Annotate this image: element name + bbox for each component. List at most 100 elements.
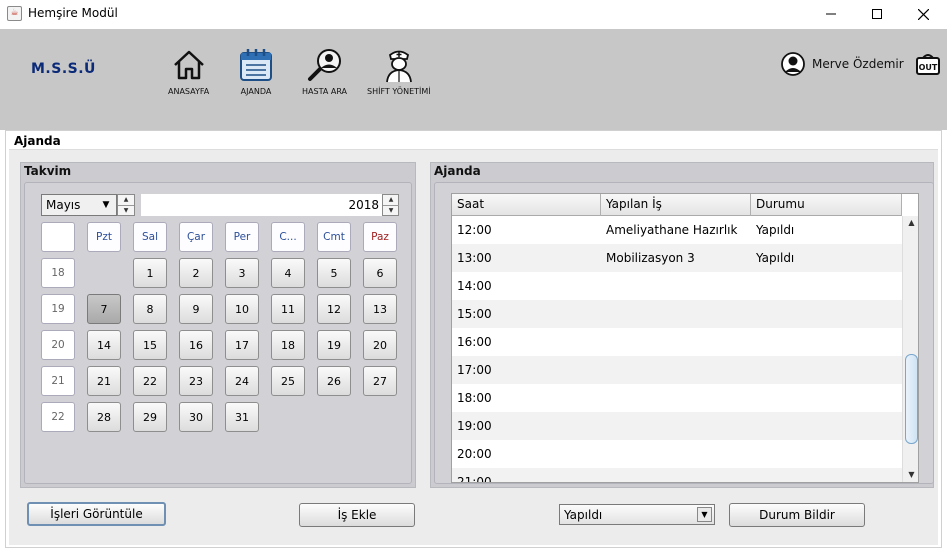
weekday-header: Cmt — [317, 222, 351, 252]
calendar-day[interactable]: 11 — [271, 294, 305, 324]
window-title: Hemşire Modül — [28, 6, 118, 20]
calendar-day[interactable]: 14 — [87, 330, 121, 360]
logout-button[interactable]: OUT — [915, 52, 941, 79]
calendar-day[interactable]: 3 — [225, 258, 259, 288]
scrollbar-thumb[interactable] — [905, 354, 918, 444]
table-row[interactable]: 16:00 — [452, 328, 902, 356]
status-select[interactable]: Yapıldı ▼ — [559, 504, 715, 525]
year-value: 2018 — [348, 198, 379, 212]
minimize-icon — [826, 13, 836, 15]
nav-home-label: ANASAYFA — [168, 87, 210, 96]
calendar-day[interactable]: 30 — [179, 402, 213, 432]
calendar-day[interactable]: 15 — [133, 330, 167, 360]
calendar-day[interactable]: 13 — [363, 294, 397, 324]
calendar-day[interactable]: 23 — [179, 366, 213, 396]
nav-patient-search-label: HASTA ARA — [302, 87, 348, 96]
calendar-day[interactable]: 25 — [271, 366, 305, 396]
close-button[interactable] — [900, 0, 946, 28]
calendar-day[interactable]: 20 — [363, 330, 397, 360]
scroll-up-icon[interactable]: ▲ — [903, 216, 918, 230]
calendar-day[interactable]: 12 — [317, 294, 351, 324]
nav-patient-search[interactable]: HASTA ARA — [302, 47, 347, 96]
minimize-button[interactable] — [808, 0, 854, 28]
calendar-day[interactable]: 21 — [87, 366, 121, 396]
spin-down-icon[interactable]: ▼ — [383, 205, 399, 215]
calendar-day[interactable]: 27 — [363, 366, 397, 396]
home-icon — [173, 50, 204, 80]
calendar-day[interactable]: 8 — [133, 294, 167, 324]
time-cell: 13:00 — [457, 251, 492, 265]
nav-agenda[interactable]: AJANDA — [238, 47, 274, 96]
brand-logo: M.S.S.Ü — [31, 61, 96, 77]
add-task-button[interactable]: İş Ekle — [299, 503, 415, 527]
calendar-day[interactable]: 5 — [317, 258, 351, 288]
user-avatar-icon — [781, 52, 805, 76]
nav-home[interactable]: ANASAYFA — [168, 47, 209, 96]
view-tasks-button[interactable]: İşleri Görüntüle — [27, 502, 166, 526]
calendar-group-title: Takvim — [24, 164, 72, 178]
task-cell — [601, 272, 751, 300]
table-row[interactable]: 20:00 — [452, 440, 902, 468]
calendar-day[interactable]: 16 — [179, 330, 213, 360]
logout-icon: OUT — [916, 54, 940, 75]
agenda-group-title: Ajanda — [434, 164, 481, 178]
calendar-day[interactable]: 9 — [179, 294, 213, 324]
agenda-body: Saat Yapılan İş Durumu 12:00 Ameliyathane… — [434, 182, 934, 484]
time-cell: 21:00 — [457, 475, 492, 483]
task-cell — [601, 468, 751, 482]
spin-up-icon[interactable]: ▲ — [118, 195, 134, 205]
calendar-day[interactable]: 17 — [225, 330, 259, 360]
month-select[interactable]: Mayıs ▼ — [41, 194, 117, 216]
month-spinner[interactable]: ▲ ▼ — [117, 194, 135, 216]
calendar-group: Takvim Mayıs ▼ ▲ ▼ 2018 ▲ ▼ Pzt Sal Çar Per… — [20, 162, 416, 488]
calendar-day[interactable]: 1 — [133, 258, 167, 288]
calendar-day[interactable]: 22 — [133, 366, 167, 396]
main-panel-content: Takvim Mayıs ▼ ▲ ▼ 2018 ▲ ▼ Pzt Sal Çar Per… — [9, 149, 938, 545]
nav-shift-management-label: SHİFT YÖNETİMİ — [367, 87, 431, 96]
table-row[interactable]: 19:00 — [452, 412, 902, 440]
logout-icon-text: OUT — [919, 63, 938, 72]
year-spinner[interactable]: ▲ ▼ — [382, 194, 399, 216]
user-area[interactable]: Merve Özdemir — [781, 52, 904, 76]
calendar-day[interactable]: 4 — [271, 258, 305, 288]
calendar-day[interactable]: 24 — [225, 366, 259, 396]
status-cell — [751, 468, 902, 482]
table-row[interactable]: 13:00 Mobilizasyon 3 Yapıldı — [452, 244, 902, 272]
table-row[interactable]: 14:00 — [452, 272, 902, 300]
table-row[interactable]: 15:00 — [452, 300, 902, 328]
task-cell — [601, 384, 751, 412]
calendar-day[interactable]: 19 — [317, 330, 351, 360]
spin-down-icon[interactable]: ▼ — [118, 205, 134, 215]
table-row[interactable]: 12:00 Ameliyathane Hazırlık Yapıldı — [452, 216, 902, 244]
column-header-status[interactable]: Durumu — [751, 194, 902, 216]
main-panel-title: Ajanda — [14, 134, 61, 148]
calendar-day[interactable]: 18 — [271, 330, 305, 360]
calendar-day[interactable]: 28 — [87, 402, 121, 432]
report-status-button[interactable]: Durum Bildir — [729, 503, 865, 527]
calendar-day[interactable]: 10 — [225, 294, 259, 324]
time-cell: 15:00 — [457, 307, 492, 321]
calendar-day-selected[interactable]: 7 — [87, 294, 121, 324]
calendar-day[interactable]: 29 — [133, 402, 167, 432]
calendar-day[interactable]: 26 — [317, 366, 351, 396]
agenda-scrollbar[interactable]: ▲ ▼ — [902, 216, 918, 482]
scroll-down-icon[interactable]: ▼ — [903, 468, 918, 482]
nav-shift-management[interactable]: SHİFT YÖNETİMİ — [367, 47, 431, 96]
table-row[interactable]: 17:00 — [452, 356, 902, 384]
column-header-task[interactable]: Yapılan İş — [601, 194, 751, 216]
table-row[interactable]: 21:00 — [452, 468, 902, 483]
calendar-day[interactable]: 2 — [179, 258, 213, 288]
year-field[interactable]: 2018 — [141, 194, 382, 216]
status-cell: Yapıldı — [756, 251, 795, 265]
spin-up-icon[interactable]: ▲ — [383, 195, 399, 205]
dropdown-arrow-icon: ▼ — [697, 507, 712, 522]
table-row[interactable]: 18:00 — [452, 384, 902, 412]
calendar-day[interactable]: 6 — [363, 258, 397, 288]
maximize-icon — [872, 9, 882, 19]
weekday-header: Paz — [363, 222, 397, 252]
column-header-time[interactable]: Saat — [452, 194, 601, 216]
week-number: 21 — [41, 366, 75, 396]
time-cell: 20:00 — [457, 447, 492, 461]
calendar-day[interactable]: 31 — [225, 402, 259, 432]
maximize-button[interactable] — [854, 0, 900, 28]
